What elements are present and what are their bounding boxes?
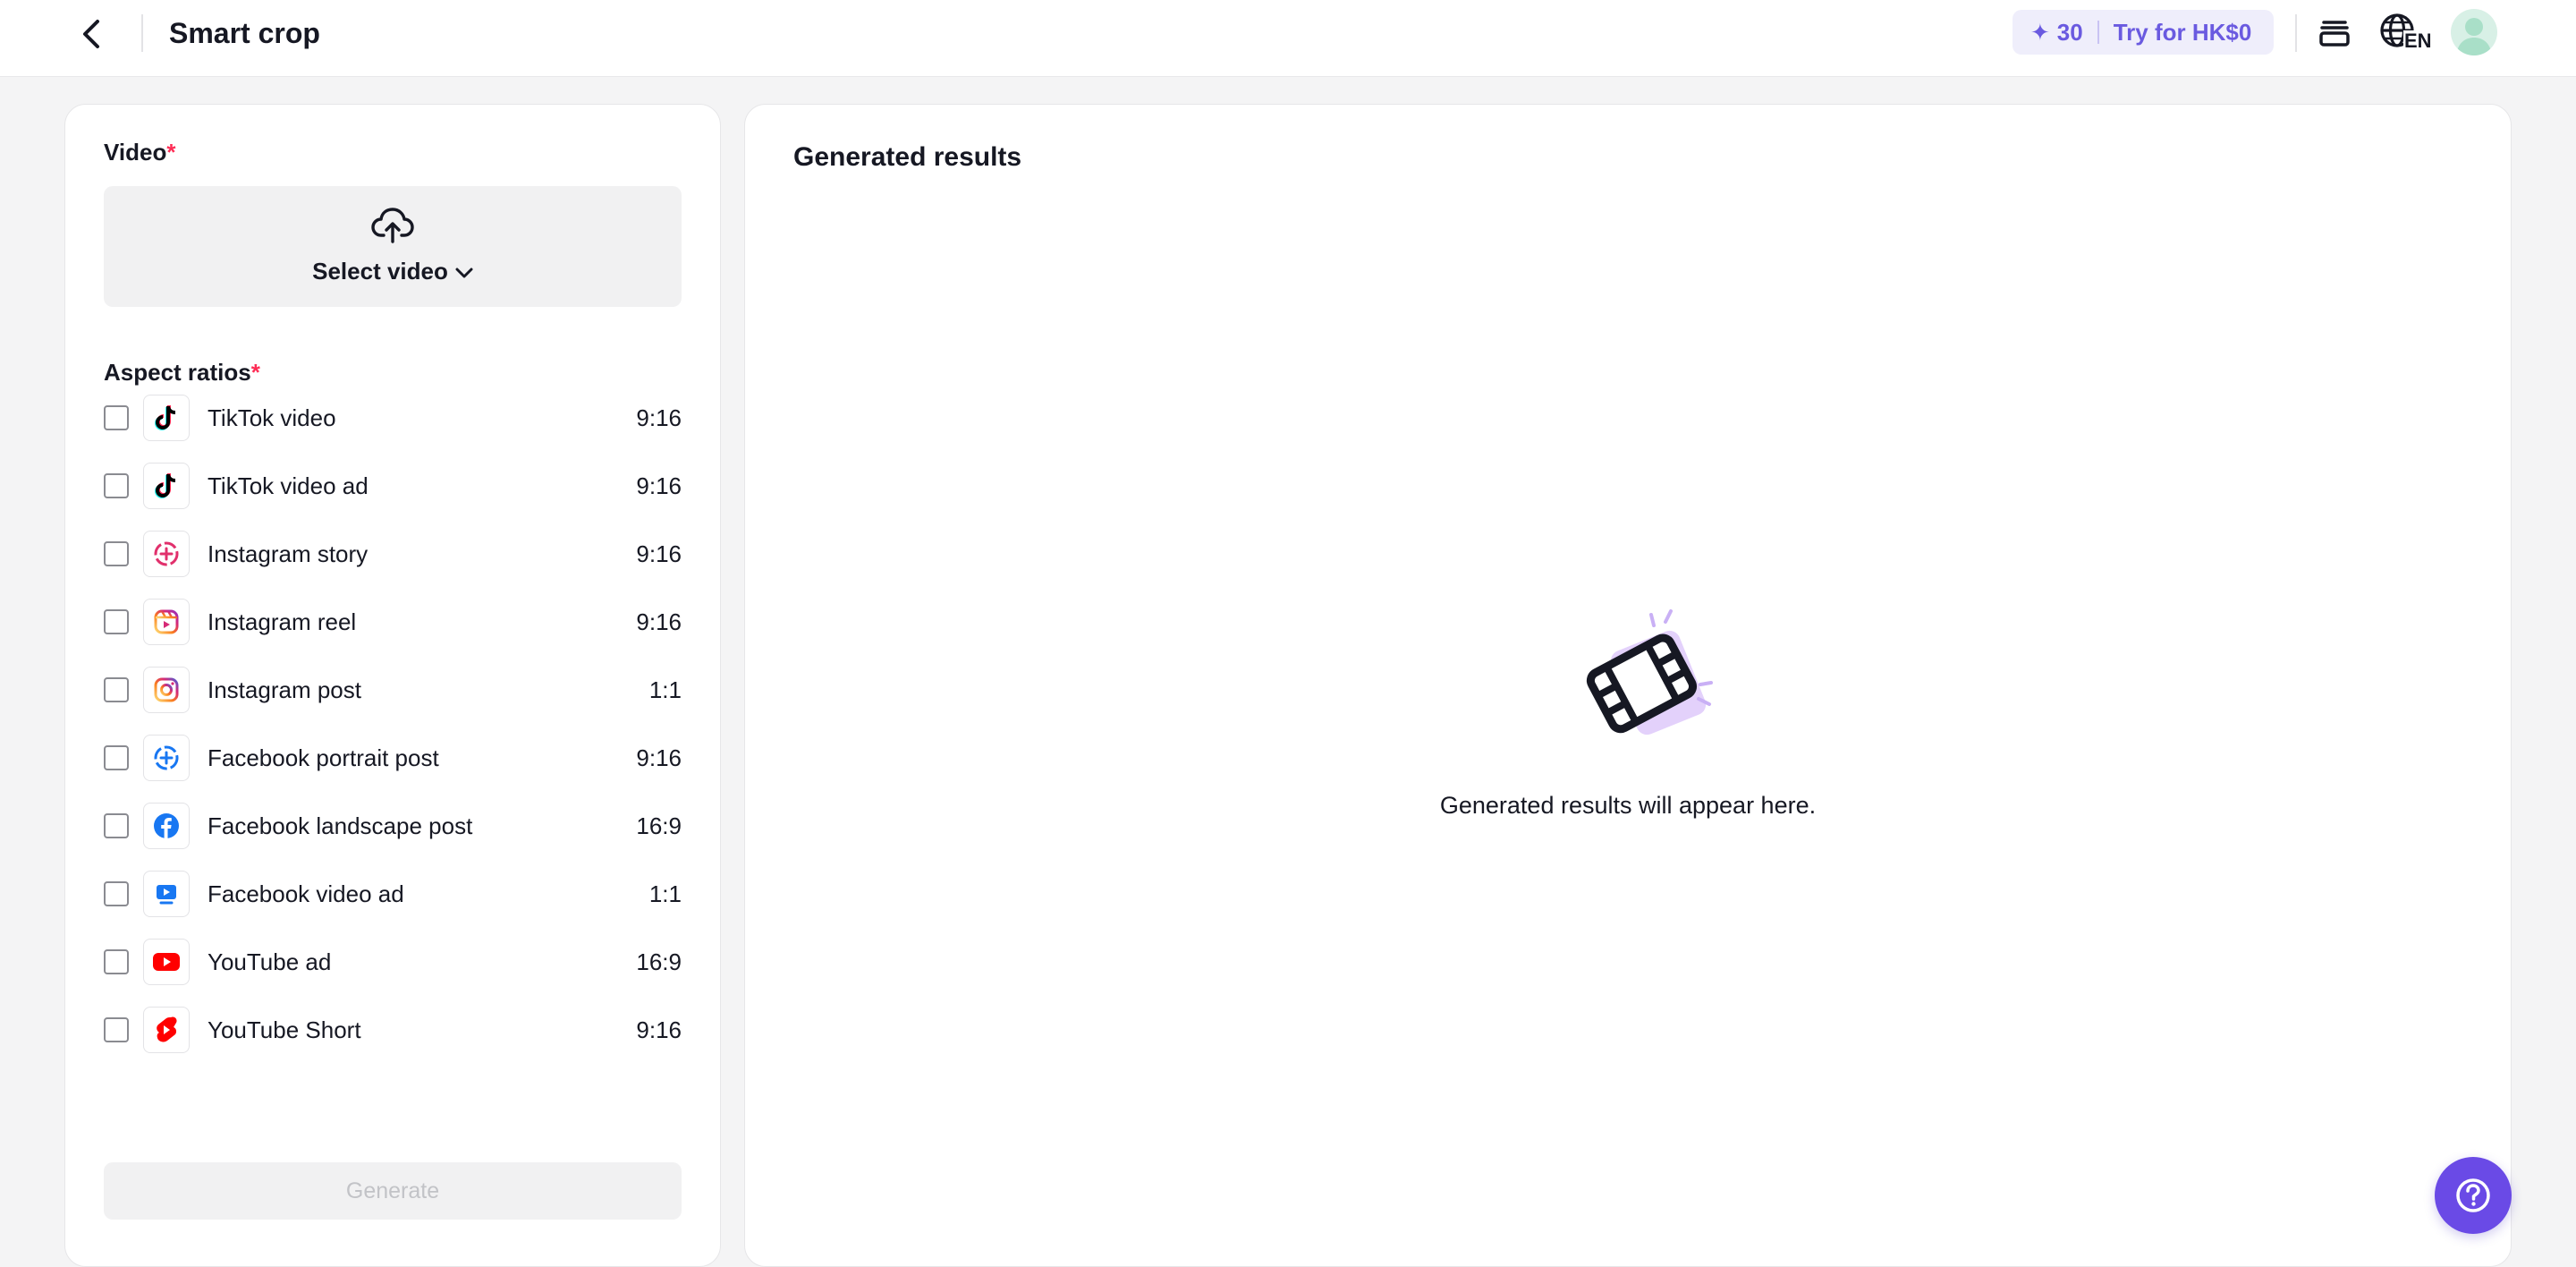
- required-mark: *: [166, 139, 176, 166]
- checkbox[interactable]: [104, 813, 129, 838]
- ratio-option-label: YouTube Short: [208, 1016, 361, 1043]
- checkbox[interactable]: [104, 541, 129, 566]
- question-circle-icon: [2456, 1178, 2490, 1212]
- youtube-icon: [143, 939, 190, 985]
- results-panel: Generated results Generated results will…: [744, 104, 2512, 1267]
- film-reel-illustration-icon: [1586, 609, 1713, 736]
- ratio-value: 16:9: [636, 948, 682, 975]
- facebook-icon: [143, 803, 190, 849]
- ratio-option-label: YouTube ad: [208, 948, 332, 975]
- ratio-value: 16:9: [636, 812, 682, 839]
- select-video-label: Select video: [312, 258, 448, 285]
- tiktok-icon: [143, 463, 190, 509]
- instagram-reel-icon: [143, 599, 190, 645]
- ratio-option-label: Instagram reel: [208, 608, 357, 635]
- ratio-option-label: Facebook video ad: [208, 880, 404, 907]
- language-button[interactable]: EN: [2379, 11, 2433, 57]
- aspect-ratio-list: TikTok video 9:16 TikTok video ad 9:16 I…: [104, 395, 682, 1064]
- tiktok-icon: [143, 395, 190, 441]
- chevron-down-icon: [455, 268, 473, 278]
- instagram-icon: [143, 667, 190, 713]
- ratio-value: 9:16: [636, 472, 682, 499]
- video-section-label: Video*: [104, 139, 175, 166]
- credit-count: 30: [2056, 18, 2083, 46]
- chevron-left-icon: [83, 20, 99, 48]
- ratio-option-instagram-reel[interactable]: Instagram reel 9:16: [104, 588, 682, 656]
- checkbox[interactable]: [104, 677, 129, 702]
- results-title: Generated results: [793, 142, 1022, 172]
- ratio-value: 9:16: [636, 1016, 682, 1043]
- ratio-value: 1:1: [648, 880, 682, 907]
- aspect-ratios-section-label: Aspect ratios*: [104, 359, 260, 387]
- ratio-option-facebook-video-ad[interactable]: Facebook video ad 1:1: [104, 860, 682, 928]
- ratio-value: 9:16: [636, 608, 682, 635]
- ratio-option-label: Facebook portrait post: [208, 744, 439, 771]
- checkbox[interactable]: [104, 405, 129, 430]
- ratio-value: 9:16: [636, 404, 682, 431]
- credits-trial-pill[interactable]: ✦ 30 Try for HK$0: [2012, 10, 2274, 55]
- checkbox[interactable]: [104, 881, 129, 906]
- aspect-ratios-label: Aspect ratios: [104, 359, 251, 386]
- cloud-upload-icon: [371, 208, 414, 243]
- video-label: Video: [104, 139, 167, 166]
- page-title: Smart crop: [169, 17, 320, 49]
- language-code: EN: [2403, 30, 2433, 52]
- instagram-story-icon: [143, 531, 190, 577]
- ratio-value: 9:16: [636, 540, 682, 567]
- facebook-video-icon: [143, 871, 190, 917]
- header-divider: [141, 14, 143, 52]
- header-divider-right: [2295, 14, 2297, 52]
- ratio-option-youtube-short[interactable]: YouTube Short 9:16: [104, 996, 682, 1064]
- ratio-option-tiktok-video-ad[interactable]: TikTok video ad 9:16: [104, 452, 682, 520]
- ratio-option-label: Instagram story: [208, 540, 369, 567]
- select-video-dropzone[interactable]: Select video: [104, 186, 682, 307]
- pill-divider: [2097, 21, 2099, 44]
- ratio-option-label: TikTok video: [208, 404, 336, 431]
- ratio-option-label: TikTok video ad: [208, 472, 369, 499]
- help-button[interactable]: [2435, 1157, 2512, 1234]
- try-free-link[interactable]: Try for HK$0: [2114, 19, 2252, 47]
- ratio-option-facebook-landscape-post[interactable]: Facebook landscape post 16:9: [104, 792, 682, 860]
- generate-button[interactable]: Generate: [104, 1162, 682, 1220]
- facebook-story-icon: [143, 735, 190, 781]
- ratio-value: 1:1: [648, 676, 682, 703]
- ratio-value: 9:16: [636, 744, 682, 771]
- ratio-option-label: Facebook landscape post: [208, 812, 473, 839]
- settings-panel: Video* Select video Aspect ratios* TikTo…: [64, 104, 721, 1267]
- checkbox[interactable]: [104, 1017, 129, 1042]
- youtube-shorts-icon: [143, 1007, 190, 1053]
- ratio-option-instagram-post[interactable]: Instagram post 1:1: [104, 656, 682, 724]
- checkbox[interactable]: [104, 949, 129, 974]
- stack-icon: [2319, 21, 2350, 47]
- stack-button[interactable]: [2315, 13, 2354, 52]
- checkbox[interactable]: [104, 745, 129, 770]
- ratio-option-tiktok-video[interactable]: TikTok video 9:16: [104, 384, 682, 452]
- ratio-option-instagram-story[interactable]: Instagram story 9:16: [104, 520, 682, 588]
- sparkle-icon: ✦: [2030, 19, 2050, 46]
- avatar[interactable]: [2451, 9, 2497, 55]
- ratio-option-youtube-ad[interactable]: YouTube ad 16:9: [104, 928, 682, 996]
- checkbox[interactable]: [104, 609, 129, 634]
- top-bar: Smart crop ✦ 30 Try for HK$0 EN: [0, 0, 2576, 77]
- back-button[interactable]: [72, 14, 111, 54]
- select-video-row: Select video: [104, 258, 682, 285]
- user-avatar-icon: [2456, 18, 2492, 55]
- ratio-option-label: Instagram post: [208, 676, 361, 703]
- checkbox[interactable]: [104, 473, 129, 498]
- required-mark: *: [250, 359, 260, 386]
- empty-state-message: Generated results will appear here.: [1439, 792, 1817, 819]
- ratio-option-facebook-portrait-post[interactable]: Facebook portrait post 9:16: [104, 724, 682, 792]
